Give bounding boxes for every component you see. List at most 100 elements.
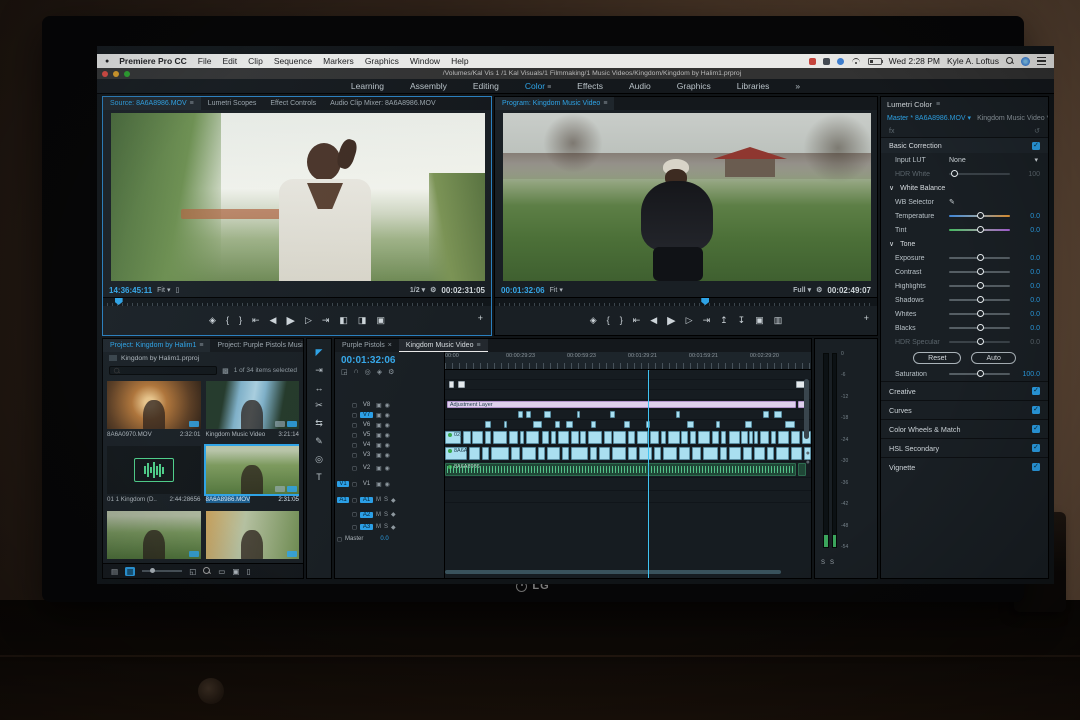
- video-clip[interactable]: [638, 447, 652, 460]
- menu-window[interactable]: Window: [410, 56, 440, 66]
- video-track-header-v7[interactable]: ◻ V7 ▣ ◉: [335, 410, 444, 420]
- timeline-settings-icon[interactable]: ⚙: [388, 368, 394, 376]
- track-lock-icon[interactable]: ◻: [352, 524, 357, 531]
- video-clip[interactable]: [776, 447, 790, 460]
- play-icon[interactable]: ▶: [667, 314, 675, 327]
- video-clip[interactable]: 02_C: [445, 431, 467, 444]
- siri-icon[interactable]: [1021, 56, 1030, 66]
- workspace-tab-effects[interactable]: Effects: [577, 81, 603, 91]
- program-scrubber[interactable]: [495, 297, 877, 306]
- video-clip[interactable]: [547, 447, 561, 460]
- voiceover-record-icon[interactable]: ◆: [391, 524, 396, 531]
- new-item-icon[interactable]: ▣: [232, 567, 239, 576]
- button-editor-icon[interactable]: +: [478, 313, 483, 323]
- go-to-in-icon[interactable]: ⇤: [633, 315, 641, 326]
- video-clip[interactable]: [721, 431, 727, 444]
- video-clip[interactable]: [589, 447, 597, 460]
- track-lock-icon[interactable]: ◻: [352, 412, 357, 419]
- sync-lock-icon[interactable]: ▣: [376, 412, 382, 419]
- step-forward-icon[interactable]: ▷: [305, 315, 312, 326]
- track-target[interactable]: V2: [360, 465, 373, 471]
- source-patch[interactable]: V1: [337, 481, 349, 487]
- menu-file[interactable]: File: [198, 56, 212, 66]
- video-clip[interactable]: 8A6A: [445, 447, 467, 460]
- video-clip[interactable]: [485, 431, 491, 444]
- mute-button[interactable]: M: [376, 497, 381, 503]
- source-preview[interactable]: [111, 113, 485, 281]
- menu-markers[interactable]: Markers: [323, 56, 354, 66]
- blacks-slider[interactable]: [949, 324, 1010, 331]
- video-clip[interactable]: [790, 431, 800, 444]
- hand-tool[interactable]: ◎: [315, 454, 323, 465]
- video-clip[interactable]: [681, 431, 689, 444]
- video-clip[interactable]: [715, 421, 721, 428]
- add-marker-icon[interactable]: ◈: [209, 315, 216, 326]
- timeline-horizontal-scrollbar[interactable]: [445, 570, 781, 574]
- snap-icon[interactable]: ∩: [354, 368, 359, 376]
- section-checkbox[interactable]: ✓: [1032, 387, 1040, 395]
- section-checkbox[interactable]: ✓: [1032, 406, 1040, 414]
- video-clip[interactable]: [675, 411, 680, 418]
- audio-clip[interactable]: 8A6A8986: [445, 463, 797, 476]
- pen-tool[interactable]: ✎: [315, 436, 323, 447]
- video-clip[interactable]: [604, 431, 612, 444]
- track-lock-icon[interactable]: ◻: [352, 452, 357, 459]
- video-clip[interactable]: [518, 411, 523, 418]
- lumetri-section-vignette[interactable]: Vignette ✓: [881, 457, 1048, 476]
- timeline-track[interactable]: [445, 420, 811, 430]
- razor-tool[interactable]: ✂: [315, 400, 323, 411]
- video-clip[interactable]: [609, 411, 615, 418]
- timeline-vertical-scrollbar[interactable]: [804, 379, 809, 439]
- exposure-value[interactable]: 0.0: [1016, 255, 1040, 262]
- sync-lock-icon[interactable]: ▣: [376, 465, 382, 472]
- step-back-icon[interactable]: ◀: [650, 315, 657, 326]
- exposure-slider[interactable]: [949, 254, 1010, 261]
- video-clip[interactable]: [690, 431, 696, 444]
- bin-icon[interactable]: ▩: [222, 367, 229, 375]
- project-item[interactable]: [205, 511, 299, 562]
- hdr-specular-slider[interactable]: [949, 338, 1010, 345]
- close-window-icon[interactable]: [102, 70, 108, 77]
- basic-correction-checkbox[interactable]: ✓: [1032, 141, 1040, 150]
- lumetri-master-clip[interactable]: Master * 8A6A8986.MOV ▾: [887, 114, 971, 122]
- video-clip[interactable]: [485, 421, 491, 428]
- video-clip[interactable]: [525, 411, 532, 418]
- workspace-overflow-icon[interactable]: »: [795, 81, 800, 91]
- video-clip[interactable]: [686, 421, 694, 428]
- video-clip[interactable]: [741, 431, 749, 444]
- find-icon[interactable]: [203, 567, 211, 575]
- program-zoom-select[interactable]: Fit ▾: [550, 286, 563, 295]
- project-item-thumbnail[interactable]: [107, 381, 201, 429]
- status-app-icon-blue[interactable]: [836, 57, 844, 65]
- blacks-value[interactable]: 0.0: [1016, 325, 1040, 332]
- step-forward-icon[interactable]: ▷: [686, 315, 693, 326]
- go-to-in-icon[interactable]: ⇤: [252, 315, 260, 326]
- video-clip[interactable]: [571, 431, 580, 444]
- source-settings-icon[interactable]: ⚙: [430, 286, 436, 294]
- source-tab[interactable]: Lumetri Scopes: [201, 97, 264, 110]
- timeline-track[interactable]: 8A6A8986: [445, 462, 811, 478]
- nest-icon[interactable]: ◲: [341, 368, 348, 376]
- audio-track-header-a2[interactable]: ◻ A2 M S ◆: [335, 508, 444, 521]
- video-clip[interactable]: [598, 447, 610, 460]
- tint-slider[interactable]: [949, 226, 1010, 233]
- hdr-specular-value[interactable]: 0.0: [1016, 339, 1040, 346]
- project-item[interactable]: 01 1 Kingdom (D.. 2:44:28656: [107, 446, 201, 506]
- timeline-track[interactable]: [445, 380, 811, 390]
- video-clip[interactable]: [613, 431, 627, 444]
- video-clip[interactable]: [580, 431, 586, 444]
- project-item[interactable]: 8A6A8986.MOV 2:31:05: [203, 444, 299, 506]
- solo-button[interactable]: S: [384, 524, 388, 530]
- menu-edit[interactable]: Edit: [223, 56, 238, 66]
- video-clip[interactable]: [697, 431, 711, 444]
- timeline-ruler[interactable]: 00:00 00:00:29:23 00:00:59:23 00:01:29:21 00…: [445, 352, 811, 370]
- video-clip[interactable]: [679, 447, 691, 460]
- voiceover-record-icon[interactable]: ◆: [391, 511, 396, 518]
- project-item[interactable]: 8A6A0970.MOV 2:32:01: [107, 381, 201, 441]
- sync-lock-icon[interactable]: ▣: [376, 422, 382, 429]
- spotlight-icon[interactable]: [1006, 57, 1014, 65]
- notification-center-icon[interactable]: [1037, 57, 1046, 65]
- reset-button[interactable]: Reset: [913, 352, 962, 364]
- whites-slider[interactable]: [949, 310, 1010, 317]
- timeline-track[interactable]: Adjustment Layer: [445, 400, 811, 410]
